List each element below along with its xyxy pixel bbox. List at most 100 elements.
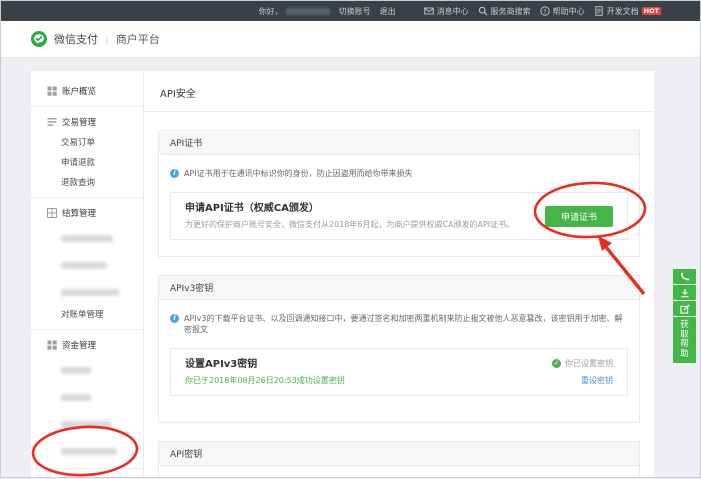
reset-key-link[interactable]: 重设密钥 <box>552 375 613 386</box>
contact-phone-button[interactable] <box>673 269 696 284</box>
info-icon: i <box>170 169 179 178</box>
hot-badge: HOT <box>642 7 661 16</box>
card-description: 为更好的保护商户账号安全，微信支付从2018年6月起，为商户提供权威CA颁发的A… <box>185 219 514 230</box>
section-header: APIv3密钥 <box>159 276 639 300</box>
sidebar-item-redacted[interactable] <box>31 250 143 277</box>
redacted-text <box>61 448 117 455</box>
topbar: 你好， 切换账号 退出 消息中心 服务商搜索 ? 帮助中心 开发文档 HOT <box>1 1 700 21</box>
status-text: 你已设置密钥 <box>565 358 613 369</box>
divider <box>31 468 143 469</box>
redacted-text <box>61 235 113 242</box>
topbar-greeting-group: 你好， <box>259 6 330 17</box>
brand-name[interactable]: 微信支付 <box>54 31 98 47</box>
divider <box>31 197 143 198</box>
account-name-redacted <box>286 8 330 15</box>
list-icon <box>47 117 57 127</box>
section-body: i 在API调用时用来按照指定规则对你的请求参数进行签名，服务器收到你的请求时会… <box>159 466 639 477</box>
redacted-text <box>61 394 91 401</box>
apply-certificate-card: 申请API证书（权威CA颁发） 为更好的保护商户账号安全，微信支付从2018年6… <box>170 192 628 240</box>
get-help-button[interactable]: 获取帮助 <box>673 317 696 363</box>
card-text-block: 设置APIv3密钥 你已于2018年08月26日20:53成功设置密钥 <box>185 358 345 386</box>
redacted-text <box>61 367 91 374</box>
sidebar-item-redacted[interactable] <box>31 382 143 409</box>
portal-name[interactable]: 商户平台 <box>116 31 160 47</box>
info-row: i APIv3的下载平台证书、以及回调通知接口中，要通过签名和加密两重机制来防止… <box>170 313 628 335</box>
redacted-text <box>61 421 111 428</box>
content-area: API证书 i API证书用于在通讯中标识你的身份，防止因盗用而给你带来损失 申… <box>144 130 654 477</box>
dev-docs-link[interactable]: 开发文档 HOT <box>594 6 661 17</box>
sidebar-item-redacted[interactable] <box>31 355 143 382</box>
sidebar-item-transaction-orders[interactable]: 交易订单 <box>31 132 143 152</box>
sidebar-item-apply-refund[interactable]: 申请退款 <box>31 152 143 172</box>
key-set-timestamp: 你已于2018年08月26日20:53成功设置密钥 <box>185 375 345 386</box>
sidebar: 账户概览 交易管理 交易订单 申请退款 退款查询 结算管理 对账单管理 资金管理 <box>31 71 144 477</box>
card-title: 申请API证书（权威CA颁发） <box>185 202 514 216</box>
search-icon <box>478 6 488 16</box>
card-right-block: ✓ 你已设置密钥 重设密钥 <box>552 358 613 386</box>
svg-text:?: ? <box>543 8 546 15</box>
document-icon <box>594 6 604 16</box>
key-set-status: ✓ 你已设置密钥 <box>552 358 613 369</box>
switch-account-link[interactable]: 切换账号 <box>339 6 371 17</box>
info-icon: i <box>170 314 179 323</box>
sidebar-item-redacted[interactable] <box>31 277 143 304</box>
section-api-certificate: API证书 i API证书用于在通讯中标识你的身份，防止因盗用而给你带来损失 申… <box>158 130 640 257</box>
sidebar-item-redacted[interactable] <box>31 223 143 250</box>
download-icon <box>680 288 690 298</box>
sp-search-link[interactable]: 服务商搜索 <box>478 6 531 17</box>
sidebar-item-account-overview[interactable]: 账户概览 <box>31 81 143 101</box>
main-content: API安全 API证书 i API证书用于在通讯中标识你的身份，防止因盗用而给你… <box>144 71 654 477</box>
info-row: i API证书用于在通讯中标识你的身份，防止因盗用而给你带来损失 <box>170 168 628 179</box>
apiv3-key-card: 设置APIv3密钥 你已于2018年08月26日20:53成功设置密钥 ✓ 你已… <box>170 348 628 396</box>
message-center-label: 消息中心 <box>437 6 469 17</box>
message-center-link[interactable]: 消息中心 <box>424 6 469 17</box>
divider <box>31 106 143 107</box>
grid-icon <box>47 86 57 96</box>
sidebar-group-transaction-mgmt[interactable]: 交易管理 <box>31 112 143 132</box>
sidebar-item-redacted[interactable] <box>31 409 143 436</box>
section-header: API证书 <box>159 131 639 155</box>
section-body: i APIv3的下载平台证书、以及回调通知接口中，要通过签名和加密两重机制来防止… <box>159 300 639 422</box>
apply-certificate-button[interactable]: 申请证书 <box>545 206 613 227</box>
card-title: 设置APIv3密钥 <box>185 358 345 372</box>
phone-icon <box>680 272 690 282</box>
envelope-icon <box>424 6 434 16</box>
info-text: API证书用于在通讯中标识你的身份，防止因盗用而给你带来损失 <box>184 168 413 179</box>
sidebar-label: 结算管理 <box>62 207 96 219</box>
logout-link[interactable]: 退出 <box>380 6 396 17</box>
grid-icon <box>47 208 57 218</box>
dev-docs-label: 开发文档 <box>607 6 639 17</box>
card-text-block: 申请API证书（权威CA颁发） 为更好的保护商户账号安全，微信支付从2018年6… <box>185 202 514 230</box>
header: 微信支付 | 商户平台 <box>1 21 700 58</box>
section-body: i API证书用于在通讯中标识你的身份，防止因盗用而给你带来损失 申请API证书… <box>159 155 639 256</box>
sidebar-label: 资金管理 <box>62 339 96 351</box>
feedback-button[interactable] <box>673 301 696 316</box>
redacted-text <box>61 262 107 269</box>
edit-icon <box>680 304 690 314</box>
download-button[interactable] <box>673 285 696 300</box>
get-help-label: 获取帮助 <box>680 321 689 359</box>
grid-icon <box>47 340 57 350</box>
layout-card: 账户概览 交易管理 交易订单 申请退款 退款查询 结算管理 对账单管理 资金管理 <box>31 71 654 477</box>
help-center-link[interactable]: ? 帮助中心 <box>540 6 585 17</box>
sidebar-item-refund-query[interactable]: 退款查询 <box>31 172 143 192</box>
brand-divider: | <box>105 33 109 46</box>
sidebar-item-redacted[interactable] <box>31 436 143 463</box>
sidebar-item-statement-mgmt[interactable]: 对账单管理 <box>31 304 143 324</box>
sidebar-group-settlement-mgmt[interactable]: 结算管理 <box>31 203 143 223</box>
redacted-text <box>61 289 119 296</box>
sidebar-group-funds-mgmt[interactable]: 资金管理 <box>31 335 143 355</box>
wechat-pay-merchant-portal: { "colors": { "accent_green": "#44b549",… <box>0 0 701 478</box>
floating-toolbar: 获取帮助 <box>673 269 696 363</box>
section-header: API密钥 <box>159 442 639 466</box>
sp-search-label: 服务商搜索 <box>491 6 531 17</box>
page-title: API安全 <box>144 71 654 112</box>
section-api-key: API密钥 i 在API调用时用来按照指定规则对你的请求参数进行签名，服务器收到… <box>158 441 640 477</box>
check-icon: ✓ <box>552 359 561 368</box>
wechat-pay-logo-icon <box>31 31 47 47</box>
page: 账户概览 交易管理 交易订单 申请退款 退款查询 结算管理 对账单管理 资金管理 <box>1 58 700 477</box>
help-center-label: 帮助中心 <box>553 6 585 17</box>
greeting-text: 你好， <box>259 6 283 17</box>
sidebar-group-account-settings[interactable]: 账户设置 <box>31 474 143 477</box>
question-icon: ? <box>540 6 550 16</box>
